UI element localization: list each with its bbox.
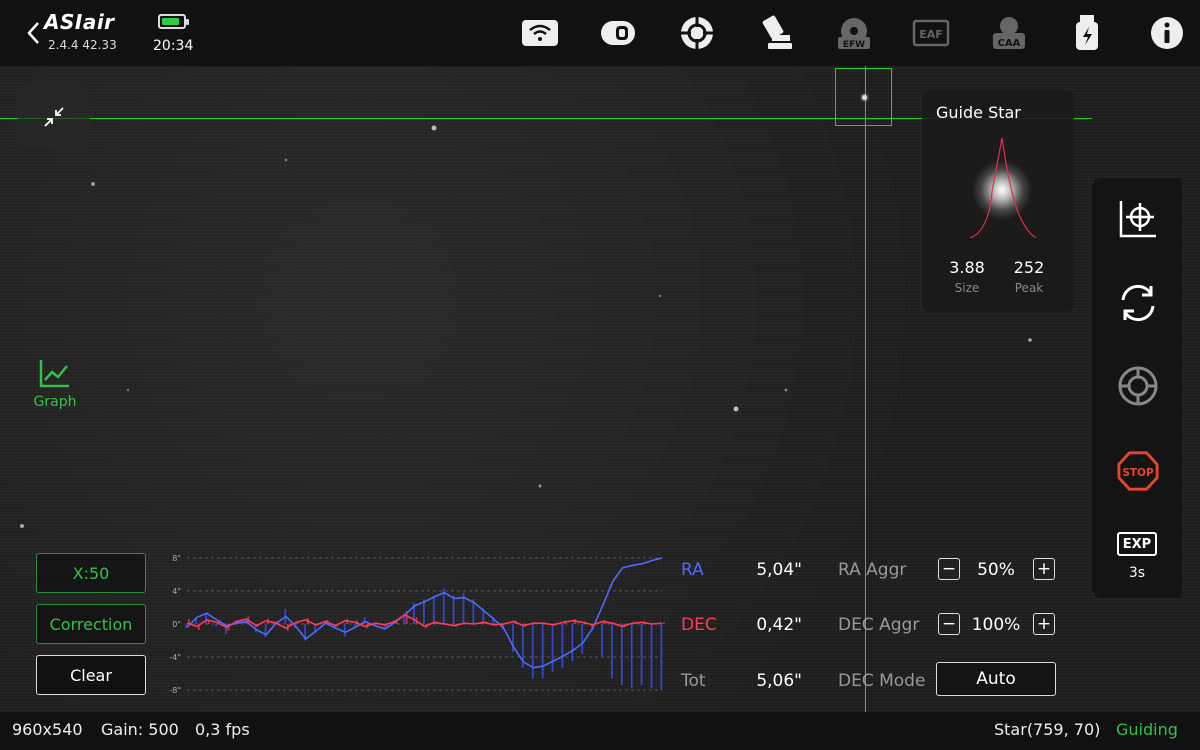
target-icon[interactable]	[1117, 365, 1159, 407]
exposure-icon[interactable]: EXP	[1117, 532, 1157, 556]
exposure-value: 3s	[1128, 565, 1146, 581]
y-tick-label: -4"	[169, 653, 181, 662]
fps-text: 0,3 fps	[195, 720, 250, 739]
app-version: 2.4.4 42.33	[48, 38, 117, 52]
ra-correction-bar	[630, 624, 633, 689]
guide-scope-icon[interactable]	[678, 14, 716, 52]
ra-aggr-minus-button[interactable]: −	[938, 558, 960, 580]
dec-correction-bar	[663, 622, 665, 624]
star-size-value: 3.88	[949, 258, 985, 277]
svg-text:CAA: CAA	[998, 38, 1021, 49]
star-peak-value: 252	[1013, 258, 1045, 277]
ra-correction-bar	[215, 624, 217, 627]
camera-icon[interactable]	[599, 14, 637, 52]
svg-text:EFW: EFW	[843, 40, 865, 50]
ra-correction-bar	[343, 624, 346, 637]
efw-icon[interactable]: EFW	[835, 14, 873, 52]
ra-correction-bar	[185, 624, 188, 629]
guide-star-title: Guide Star	[936, 103, 1021, 122]
collapse-view-button[interactable]	[18, 84, 90, 150]
star-size-label: Size	[954, 281, 980, 295]
calibrate-icon[interactable]	[1117, 198, 1159, 240]
x-scale-button[interactable]: X:50	[36, 553, 146, 593]
ra-correction-bar	[650, 624, 653, 689]
dec-rms-value: 0,42"	[756, 615, 802, 635]
ra-correction-bar	[551, 624, 554, 672]
ra-correction-bar	[660, 624, 663, 690]
guiding-graph: 8" 4" 0" -4" -8"	[169, 554, 665, 695]
dec-aggr-minus-button[interactable]: −	[938, 613, 960, 635]
dec-mode-label: DEC Mode	[838, 671, 926, 691]
ra-aggr-label: RA Aggr	[838, 560, 907, 580]
guiding-status: Guiding	[1116, 720, 1178, 739]
y-tick-label: 0"	[172, 620, 181, 629]
dec-label: DEC	[681, 615, 717, 635]
clock: 20:34	[153, 38, 194, 54]
guide-star	[862, 95, 867, 100]
app-logo: ASIair	[44, 10, 115, 34]
loop-icon[interactable]	[1117, 282, 1159, 324]
ra-correction-bar	[611, 624, 613, 679]
ra-correction-bar	[432, 595, 435, 624]
ra-correction-bar	[620, 624, 623, 686]
eaf-icon[interactable]: EAF	[912, 14, 950, 52]
graph-label: Graph	[33, 394, 77, 410]
tot-label: Tot	[681, 671, 706, 691]
clear-button[interactable]: Clear	[36, 655, 146, 695]
dec-mode-select[interactable]: Auto	[936, 662, 1056, 696]
ra-rms-value: 5,04"	[756, 560, 802, 580]
correction-button[interactable]: Correction	[36, 604, 146, 644]
tot-rms-value: 5,06"	[756, 671, 802, 691]
star-peak-label: Peak	[1014, 281, 1044, 295]
ra-label: RA	[681, 560, 704, 580]
gain-text: Gain: 500	[101, 720, 179, 739]
back-icon[interactable]	[22, 18, 44, 48]
ra-correction-bar	[640, 624, 643, 686]
y-tick-label: -8"	[169, 686, 181, 695]
usb-icon[interactable]	[1068, 14, 1106, 52]
graph-button[interactable]: Graph	[32, 358, 78, 410]
guide-star-panel: Guide Star 3.88 252 Size Peak	[922, 90, 1074, 312]
ra-aggr-plus-button[interactable]: +	[1033, 558, 1055, 580]
wifi-icon[interactable]	[521, 14, 559, 52]
y-tick-label: 8"	[172, 554, 181, 563]
svg-text:STOP: STOP	[1122, 467, 1154, 479]
graph-icon	[39, 360, 69, 388]
collapse-icon	[44, 107, 64, 127]
star-position-text: Star(759, 70)	[994, 720, 1101, 739]
dec-aggr-label: DEC Aggr	[838, 615, 920, 635]
ra-aggr-value: 50%	[977, 560, 1015, 580]
y-tick-label: 4"	[172, 587, 181, 596]
ra-correction-bar	[571, 624, 574, 662]
ra-correction-bar	[561, 624, 564, 668]
svg-text:EAF: EAF	[919, 28, 943, 41]
ra-correction-bar	[205, 614, 208, 624]
dec-aggr-value: 100%	[971, 615, 1021, 635]
guide-star-thumbnail	[940, 132, 1056, 238]
ra-correction-bar	[581, 624, 584, 654]
ra-correction-bar	[541, 624, 544, 679]
top-bar: ASIair 2.4.4 42.33 20:34 EFW EAF CAA	[0, 0, 1200, 66]
mount-icon[interactable]	[758, 14, 796, 52]
guiding-screen: ASIair 2.4.4 42.33 20:34 EFW EAF CAA Gra…	[0, 0, 1200, 750]
stop-button[interactable]: STOP	[1117, 450, 1159, 492]
battery-icon	[158, 14, 189, 29]
ra-correction-bar	[452, 595, 455, 624]
dec-aggr-plus-button[interactable]: +	[1033, 613, 1055, 635]
info-icon[interactable]	[1148, 14, 1186, 52]
ra-correction-bar	[601, 624, 603, 658]
resolution-text: 960x540	[12, 720, 83, 739]
caa-icon[interactable]: CAA	[990, 14, 1028, 52]
ra-correction-bar	[531, 624, 534, 679]
